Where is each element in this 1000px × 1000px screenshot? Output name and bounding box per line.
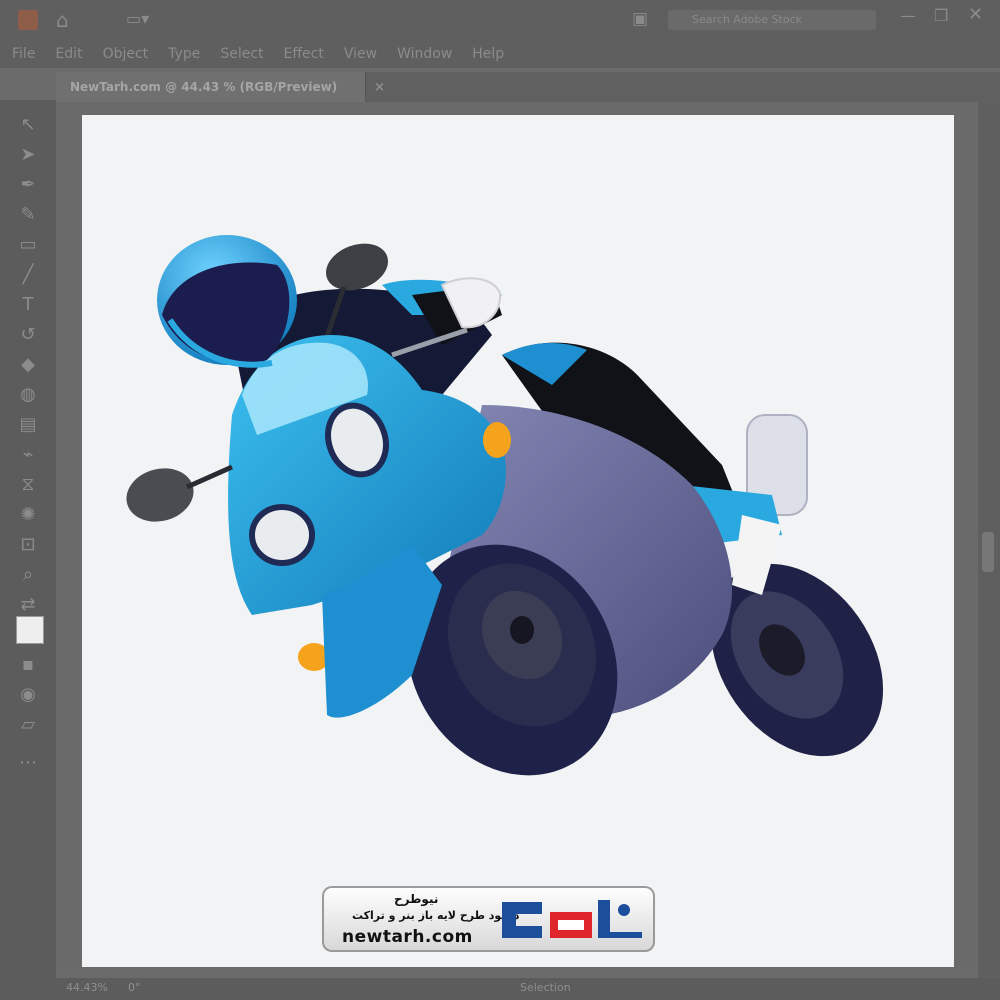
edit-toolbar-icon[interactable]: ⋯ — [16, 750, 40, 774]
blend-tool-icon[interactable]: ⧖ — [16, 472, 40, 496]
title-bar: ⌂ ▭▾ ▣ Search Adobe Stock — ❐ ✕ — [0, 0, 1000, 40]
drawing-modes-icon[interactable]: ◉ — [16, 682, 40, 706]
status-bar: 44.43% 0° Selection — [0, 978, 1000, 1000]
menu-edit[interactable]: Edit — [55, 46, 82, 62]
arrange-documents-icon[interactable]: ▣ — [632, 9, 648, 29]
motorcycle-rider-illustration — [126, 235, 884, 776]
fill-color-swatch[interactable] — [16, 616, 44, 644]
brush-tool-icon[interactable]: ╱ — [16, 262, 40, 286]
menu-bar: File Edit Object Type Select Effect View… — [0, 40, 1000, 68]
shape-builder-tool-icon[interactable]: ◍ — [16, 382, 40, 406]
pen-tool-icon[interactable]: ✒ — [16, 172, 40, 196]
watermark-url: newtarh.com — [342, 927, 473, 947]
screen-mode-icon[interactable]: ▱ — [16, 712, 40, 736]
rectangle-tool-icon[interactable]: ▭ — [16, 232, 40, 256]
right-mirror — [126, 468, 194, 522]
minimize-icon[interactable]: — — [900, 6, 916, 25]
close-window-icon[interactable]: ✕ — [968, 4, 983, 25]
workspace-switcher-icon[interactable]: ▭▾ — [126, 9, 149, 28]
tools-panel: ↖ ➤ ✒ ✎ ▭ ╱ T ↺ ◆ ◍ ▤ ⌁ ⧖ ✺ ⊡ ⌕ ⇄ ▪ ◉ ▱ … — [0, 100, 56, 980]
selection-tool-icon[interactable]: ↖ — [16, 112, 40, 136]
app-logo-icon — [18, 10, 38, 30]
vertical-scrollbar[interactable] — [978, 102, 1000, 978]
document-tab-bar: NewTarh.com @ 44.43 % (RGB/Preview) × — [56, 72, 1000, 102]
menu-type[interactable]: Type — [168, 46, 200, 62]
scroll-arrow-icon[interactable] — [982, 532, 994, 572]
newtarh-logo-icon — [502, 900, 642, 938]
close-tab-icon[interactable]: × — [374, 80, 385, 95]
turn-signal-right — [483, 422, 511, 458]
zoom-tool-icon[interactable]: ⌕ — [16, 562, 40, 586]
menu-help[interactable]: Help — [472, 46, 504, 62]
watermark-badge: نیوطرح دانلود طرح لایه باز بنر و تراکت n… — [322, 886, 655, 952]
eyedropper-tool-icon[interactable]: ⌁ — [16, 442, 40, 466]
zoom-level[interactable]: 44.43% — [66, 981, 108, 994]
gradient-tool-icon[interactable]: ▤ — [16, 412, 40, 436]
rotation-value[interactable]: 0° — [128, 981, 141, 994]
watermark-brand: نیوطرح — [394, 892, 439, 906]
color-mode-icon[interactable]: ▪ — [16, 652, 40, 676]
artboard-tool-icon[interactable]: ⊡ — [16, 532, 40, 556]
symbol-sprayer-tool-icon[interactable]: ✺ — [16, 502, 40, 526]
rotate-tool-icon[interactable]: ↺ — [16, 322, 40, 346]
menu-select[interactable]: Select — [220, 46, 263, 62]
artboard[interactable]: نیوطرح دانلود طرح لایه باز بنر و تراکت n… — [82, 115, 954, 967]
type-tool-icon[interactable]: T — [16, 292, 40, 316]
search-input[interactable]: Search Adobe Stock — [668, 10, 876, 30]
document-tab-title: NewTarh.com @ 44.43 % (RGB/Preview) — [70, 80, 338, 94]
menu-window[interactable]: Window — [397, 46, 452, 62]
eraser-tool-icon[interactable]: ◆ — [16, 352, 40, 376]
current-tool-label: Selection — [520, 981, 571, 994]
curvature-tool-icon[interactable]: ✎ — [16, 202, 40, 226]
menu-object[interactable]: Object — [103, 46, 149, 62]
menu-view[interactable]: View — [344, 46, 377, 62]
headlight-left — [249, 504, 315, 566]
home-icon[interactable]: ⌂ — [56, 8, 69, 32]
direct-selection-tool-icon[interactable]: ➤ — [16, 142, 40, 166]
menu-effect[interactable]: Effect — [284, 46, 324, 62]
left-mirror — [326, 243, 388, 291]
menu-file[interactable]: File — [12, 46, 35, 62]
maximize-icon[interactable]: ❐ — [934, 6, 948, 25]
document-tab[interactable]: NewTarh.com @ 44.43 % (RGB/Preview) × — [56, 72, 385, 102]
swap-fill-stroke-icon[interactable]: ⇄ — [16, 592, 40, 616]
